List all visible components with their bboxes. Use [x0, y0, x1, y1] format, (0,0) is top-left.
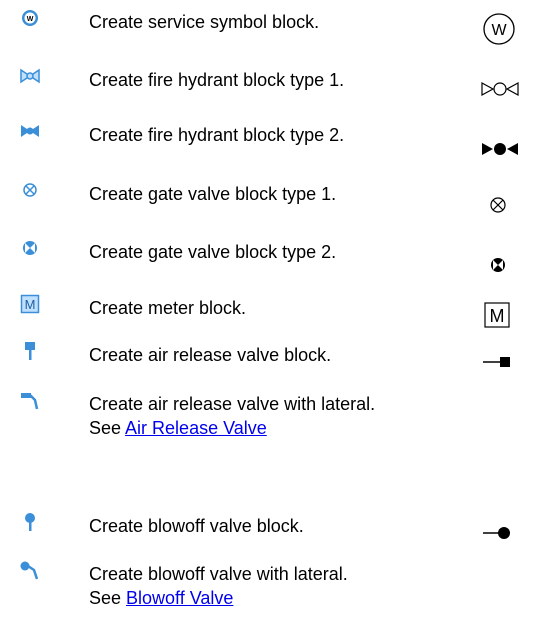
item-description: Create fire hydrant block type 1. [89, 70, 345, 90]
item-description: Create meter block. [89, 298, 247, 318]
item-description: Create gate valve block type 2. [89, 242, 337, 262]
gate-valve-type1-symbol [490, 197, 506, 213]
gate-valve-type2-tool-icon[interactable] [20, 238, 40, 258]
svg-text:M: M [490, 306, 505, 326]
item-description: Create blowoff valve with lateral. [89, 564, 348, 584]
blowoff-valve-symbol [483, 527, 510, 539]
item-description: Create blowoff valve block. [89, 516, 304, 536]
gate-valve-type2-symbol [491, 258, 505, 272]
fire-hydrant-type2-symbol [482, 143, 518, 155]
item-description: Create fire hydrant block type 2. [89, 125, 345, 145]
air-release-valve-symbol [483, 357, 510, 367]
fire-hydrant-type2-tool-icon[interactable] [20, 121, 40, 141]
item-description: Create air release valve with lateral. [89, 394, 376, 414]
air-release-valve-tool-icon[interactable] [20, 341, 40, 361]
air-release-valve-link[interactable]: Air Release Valve [125, 418, 267, 438]
gate-valve-type1-tool-icon[interactable] [20, 180, 40, 200]
see-also-line: See Blowoff Valve [89, 586, 348, 610]
item-description-block: Create air release valve with lateral. S… [89, 392, 375, 440]
item-description-block: Create blowoff valve with lateral. See B… [89, 562, 348, 610]
fire-hydrant-type1-tool-icon[interactable] [20, 66, 40, 86]
service-symbol-tool-icon[interactable]: W [20, 8, 40, 28]
air-release-valve-lateral-tool-icon[interactable] [20, 390, 40, 410]
see-also-line: See Air Release Valve [89, 416, 375, 440]
svg-text:M: M [25, 297, 36, 312]
meter-symbol: M [484, 302, 510, 328]
meter-tool-icon[interactable]: M [20, 294, 40, 314]
item-description: Create air release valve block. [89, 345, 332, 365]
blowoff-valve-lateral-tool-icon[interactable] [20, 560, 40, 580]
blowoff-valve-link[interactable]: Blowoff Valve [126, 588, 233, 608]
see-prefix: See [89, 418, 126, 438]
fire-hydrant-type1-symbol [481, 81, 519, 97]
item-description: Create service symbol block. [89, 12, 320, 32]
svg-text:W: W [27, 16, 34, 23]
blowoff-valve-tool-icon[interactable] [20, 512, 40, 532]
svg-text:W: W [491, 22, 507, 39]
item-description: Create gate valve block type 1. [89, 184, 337, 204]
see-prefix: See [89, 588, 127, 608]
service-symbol: W [483, 13, 515, 45]
